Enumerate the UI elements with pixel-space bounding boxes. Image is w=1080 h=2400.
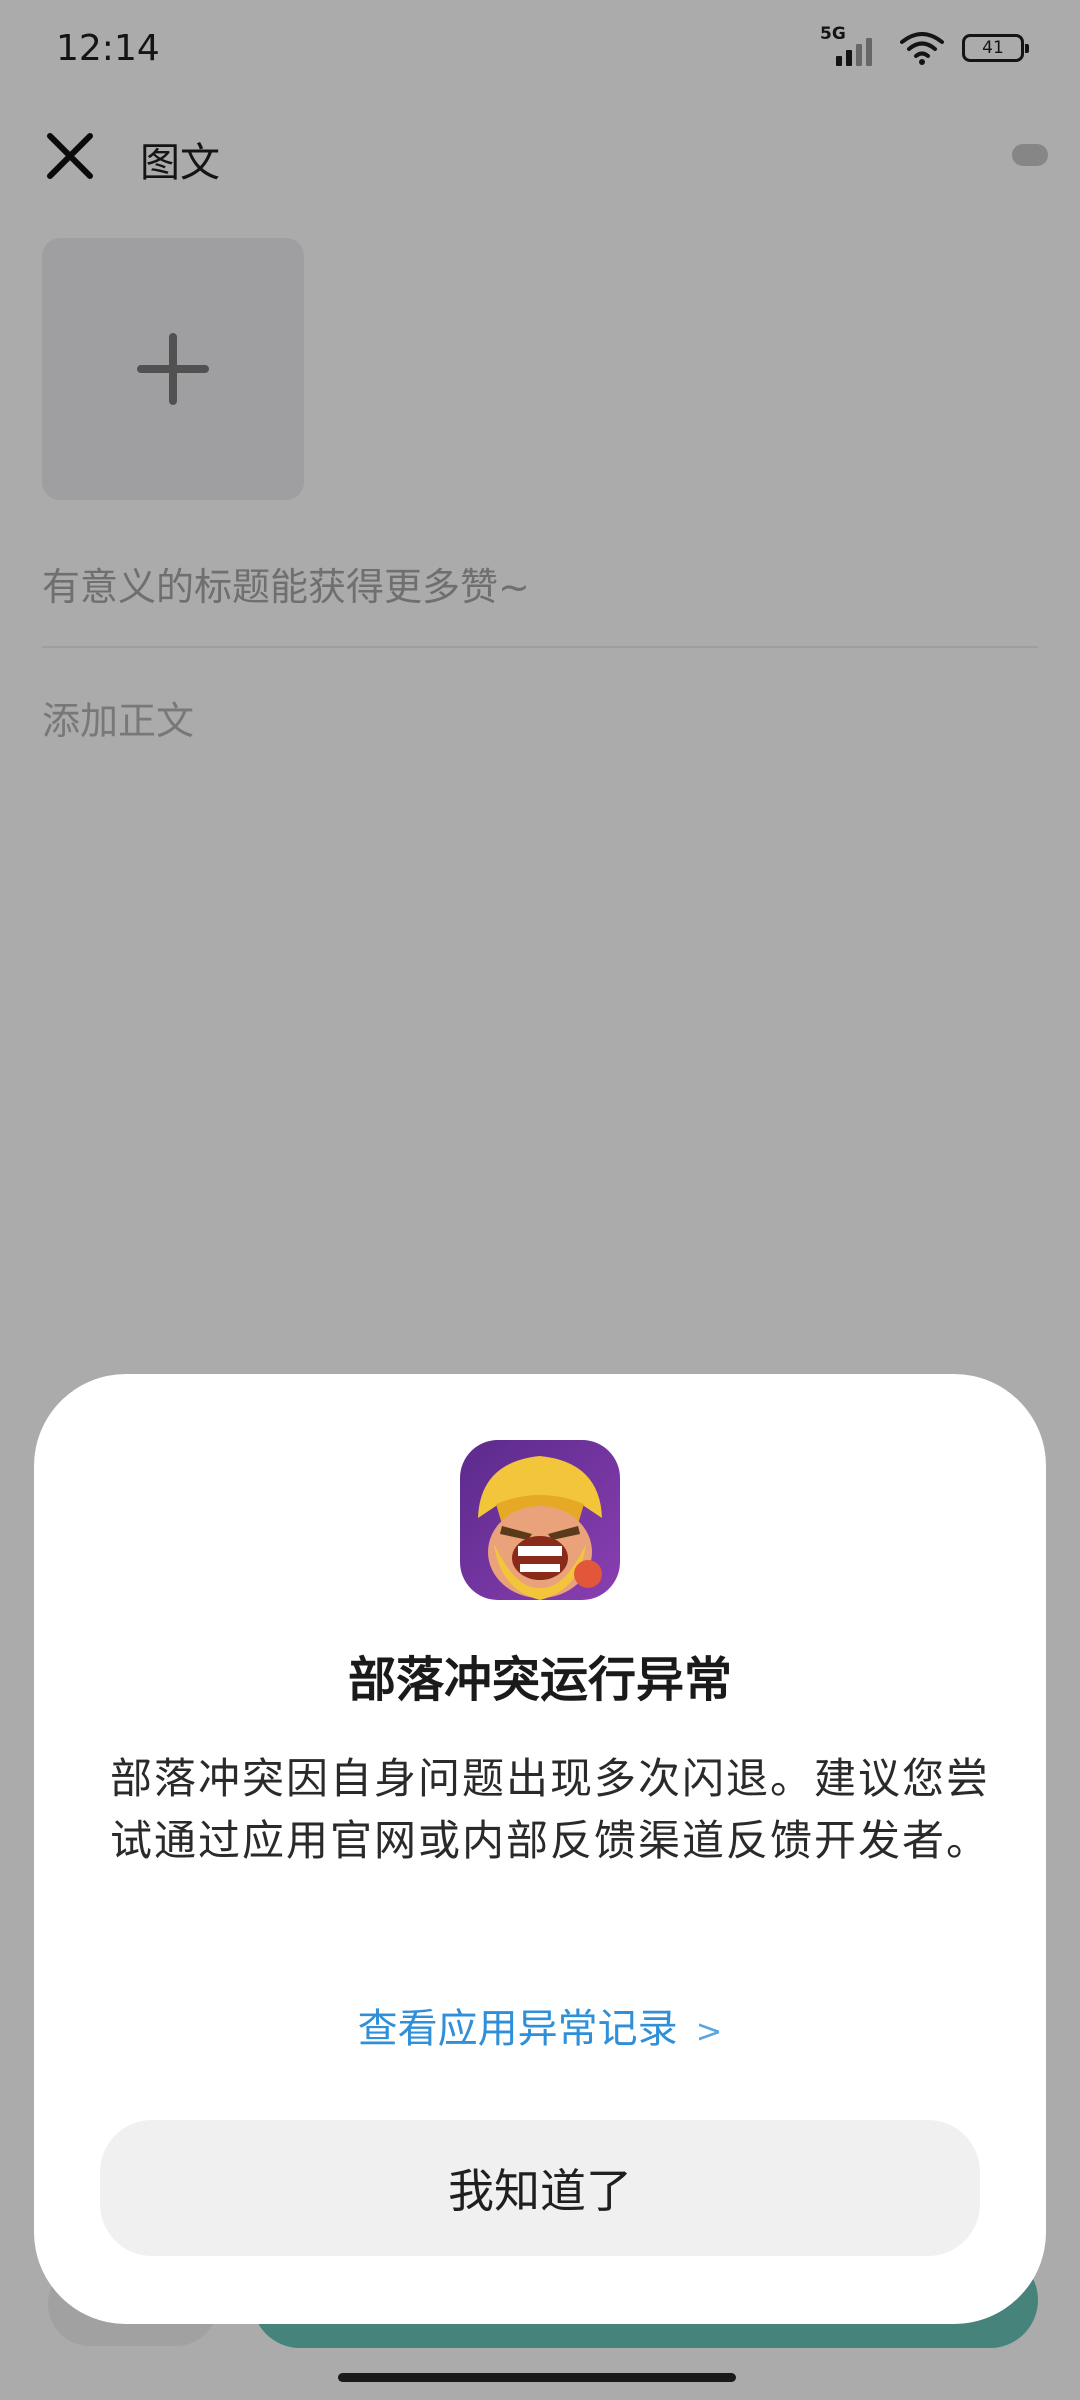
dialog-title: 部落冲突运行异常: [347, 1652, 732, 1708]
app-crash-dialog: 部落冲突运行异常 部落冲突因自身问题出现多次闪退。建议您尝试通过应用官网或内部反…: [34, 1374, 1046, 2324]
home-indicator[interactable]: [338, 2373, 736, 2382]
acknowledge-button[interactable]: 我知道了: [100, 2120, 980, 2256]
view-crash-records-link[interactable]: 查看应用异常记录 >: [34, 1996, 1046, 2054]
chevron-right-icon: >: [695, 2012, 723, 2050]
dialog-message: 部落冲突因自身问题出现多次闪退。建议您尝试通过应用官网或内部反馈渠道反馈开发者。: [110, 1754, 991, 1865]
acknowledge-button-label: 我知道了: [448, 2164, 632, 2218]
view-crash-records-label: 查看应用异常记录: [357, 2006, 678, 2052]
app-icon: [460, 1440, 620, 1600]
